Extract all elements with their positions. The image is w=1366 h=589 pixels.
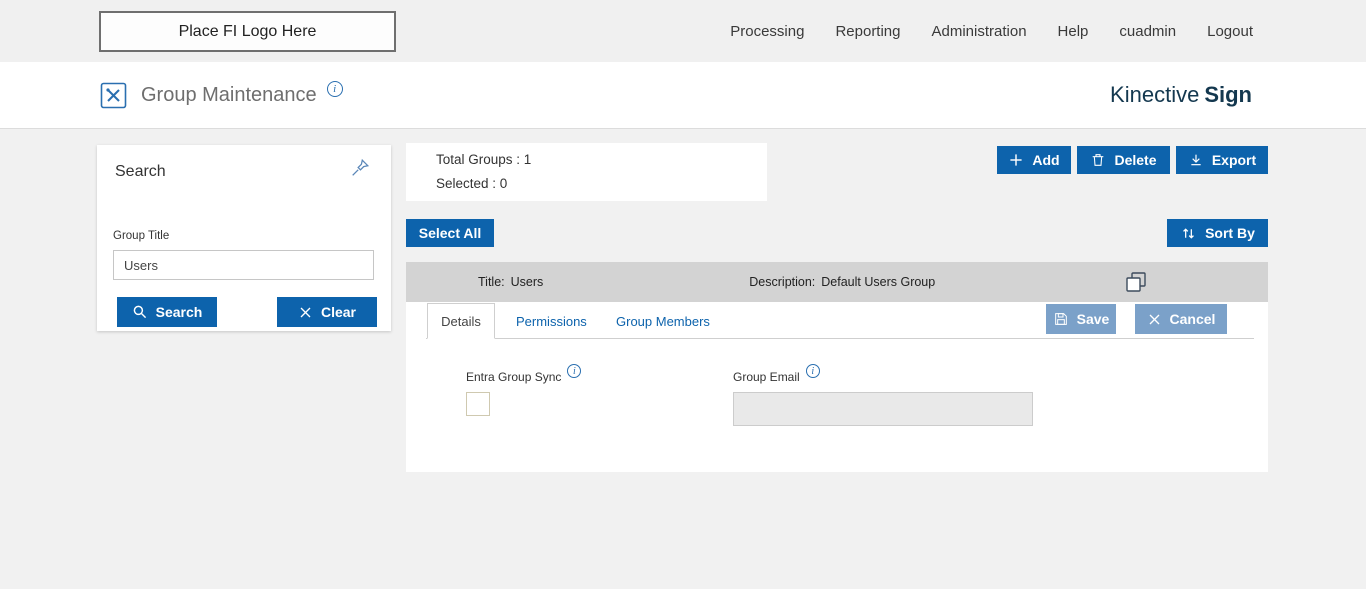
group-email-info-icon[interactable]: i	[805, 364, 820, 378]
select-all-button-label: Select All	[418, 225, 482, 241]
selected-count-text: Selected : 0	[436, 176, 508, 191]
delete-button-label: Delete	[1114, 152, 1157, 168]
pin-icon[interactable]	[349, 157, 371, 179]
group-email-label: Group Email i	[733, 364, 820, 384]
clear-button[interactable]: Clear	[277, 297, 377, 327]
group-detail-panel: Details Permissions Group Members Save C…	[406, 302, 1268, 472]
tab-permissions[interactable]: Permissions	[502, 303, 601, 339]
brand-regular: Kinective	[1110, 82, 1200, 107]
save-button[interactable]: Save	[1046, 304, 1116, 334]
cancel-button[interactable]: Cancel	[1135, 304, 1227, 334]
nav-reporting[interactable]: Reporting	[835, 23, 900, 40]
top-nav-bar: Place FI Logo Here Processing Reporting …	[0, 0, 1366, 62]
tab-details[interactable]: Details	[427, 303, 495, 339]
group-row-title-value: Users	[510, 275, 544, 289]
top-nav-menu: Processing Reporting Administration Help…	[730, 0, 1253, 62]
group-row[interactable]: Title: Users Description: Default Users Gr…	[406, 262, 1268, 302]
nav-help[interactable]: Help	[1058, 23, 1089, 40]
entra-group-sync-checkbox[interactable]	[466, 392, 490, 416]
page-header: Group Maintenance i Kinective Sign	[0, 62, 1366, 129]
sort-by-button-label: Sort By	[1205, 225, 1255, 241]
sort-by-button[interactable]: Sort By	[1167, 219, 1268, 247]
clear-button-label: Clear	[320, 304, 357, 320]
brand-bold: Sign	[1204, 82, 1252, 107]
nav-logout[interactable]: Logout	[1207, 23, 1253, 40]
search-panel-title: Search	[115, 163, 166, 180]
group-title-input[interactable]	[113, 250, 374, 280]
group-title-label: Group Title	[113, 230, 170, 242]
group-email-input[interactable]	[733, 392, 1033, 426]
export-button-label: Export	[1211, 152, 1257, 168]
save-button-label: Save	[1076, 311, 1110, 327]
add-button[interactable]: Add	[997, 146, 1071, 174]
delete-button[interactable]: Delete	[1077, 146, 1170, 174]
nav-username[interactable]: cuadmin	[1119, 23, 1176, 40]
group-row-description-label: Description:	[749, 275, 816, 289]
brand-logo: Kinective Sign	[1110, 82, 1366, 108]
search-button-label: Search	[155, 304, 203, 320]
main-content: Search Group Title Search Clear	[0, 129, 1366, 589]
cancel-button-label: Cancel	[1169, 311, 1216, 327]
nav-processing[interactable]: Processing	[730, 23, 804, 40]
fi-logo-placeholder: Place FI Logo Here	[99, 11, 396, 52]
entra-group-sync-label: Entra Group Sync i	[466, 364, 582, 384]
entra-info-icon[interactable]: i	[567, 364, 582, 378]
group-maintenance-tools-icon	[100, 82, 127, 109]
page-info-icon[interactable]: i	[326, 81, 343, 97]
select-all-button[interactable]: Select All	[406, 219, 494, 247]
export-button[interactable]: Export	[1176, 146, 1268, 174]
group-maintenance-page: Place FI Logo Here Processing Reporting …	[0, 0, 1366, 589]
total-groups-text: Total Groups : 1	[436, 152, 532, 167]
group-row-title-label: Title:	[478, 275, 505, 289]
nav-administration[interactable]: Administration	[932, 23, 1027, 40]
copy-icon[interactable]	[1124, 270, 1148, 294]
summary-box: Total Groups : 1 Selected : 0	[406, 143, 767, 201]
search-button[interactable]: Search	[117, 297, 217, 327]
tab-group-members[interactable]: Group Members	[602, 303, 724, 339]
page-title: Group Maintenance	[141, 83, 317, 106]
search-panel: Search Group Title Search Clear	[97, 145, 391, 331]
add-button-label: Add	[1032, 152, 1060, 168]
group-row-description-value: Default Users Group	[821, 275, 936, 289]
